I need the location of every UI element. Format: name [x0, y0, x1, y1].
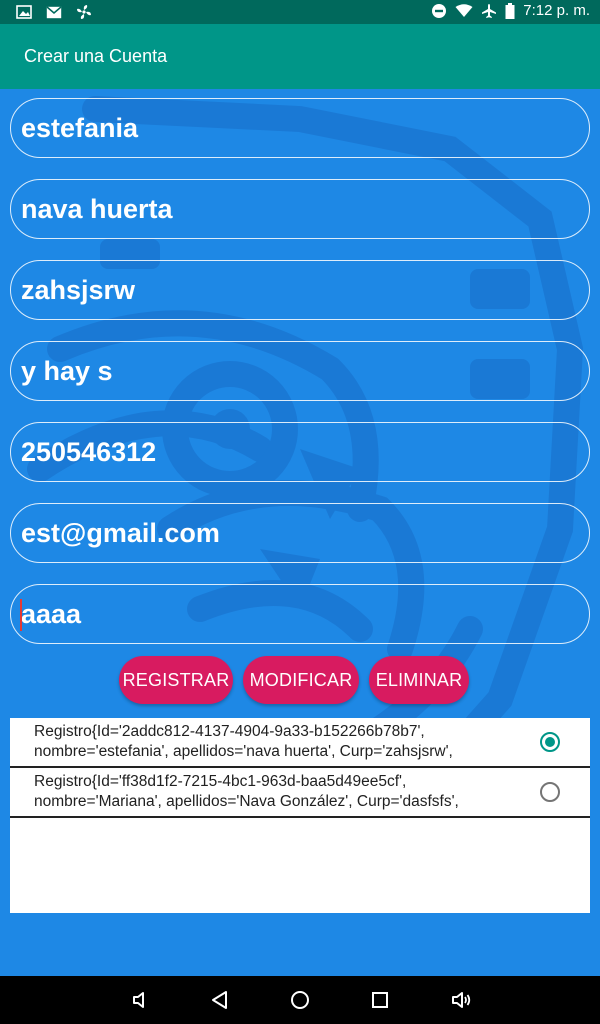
- password-field[interactable]: aaaa: [10, 584, 590, 644]
- home-icon[interactable]: [289, 989, 311, 1011]
- address-field[interactable]: y hay s: [10, 341, 590, 401]
- navigation-bar: [0, 976, 600, 1024]
- main-content: estefania nava huerta zahsjsrw y hay s 2…: [0, 89, 600, 976]
- record-line: Registro{Id='ff38d1f2-7215-4bc1-963d-baa…: [34, 773, 407, 790]
- surname-field[interactable]: nava huerta: [10, 179, 590, 239]
- back-icon[interactable]: [209, 989, 231, 1011]
- record-line: Registro{Id='2addc812-4137-4904-9a33-b15…: [34, 723, 425, 740]
- record-line: nombre='estefania', apellidos='nava huer…: [34, 742, 453, 760]
- name-field[interactable]: estefania: [10, 98, 590, 158]
- delete-button[interactable]: ELIMINAR: [369, 656, 469, 704]
- records-list: Registro{Id='2addc812-4137-4904-9a33-b15…: [10, 718, 590, 913]
- app-bar: Crear una Cuenta: [0, 24, 600, 89]
- record-text: Registro{Id='ff38d1f2-7215-4bc1-963d-baa…: [34, 772, 534, 811]
- record-radio[interactable]: [540, 782, 560, 802]
- record-text: Registro{Id='2addc812-4137-4904-9a33-b15…: [34, 722, 534, 761]
- airplane-icon: [481, 3, 497, 19]
- modify-button[interactable]: MODIFICAR: [243, 656, 359, 704]
- status-bar: 7:12 p. m.: [0, 0, 600, 24]
- register-button[interactable]: REGISTRAR: [119, 656, 233, 704]
- wifi-icon: [455, 3, 473, 18]
- email-field[interactable]: est@gmail.com: [10, 503, 590, 563]
- page-title: Crear una Cuenta: [24, 46, 168, 66]
- status-time: 7:12 p. m.: [523, 2, 590, 19]
- recents-icon[interactable]: [369, 989, 391, 1011]
- fan-icon: [76, 4, 92, 20]
- volume-up-icon[interactable]: [450, 989, 472, 1011]
- volume-down-icon[interactable]: [130, 989, 152, 1011]
- curp-field[interactable]: zahsjsrw: [10, 260, 590, 320]
- phone-field[interactable]: 250546312: [10, 422, 590, 482]
- list-item[interactable]: Registro{Id='2addc812-4137-4904-9a33-b15…: [10, 718, 590, 768]
- record-line: nombre='Mariana', apellidos='Nava Gonzál…: [34, 792, 459, 810]
- list-item[interactable]: Registro{Id='ff38d1f2-7215-4bc1-963d-baa…: [10, 768, 590, 818]
- record-radio[interactable]: [540, 732, 560, 752]
- photo-icon: [16, 5, 32, 19]
- mail-icon: [46, 5, 62, 19]
- do-not-disturb-icon: [431, 3, 447, 19]
- battery-icon: [505, 2, 515, 19]
